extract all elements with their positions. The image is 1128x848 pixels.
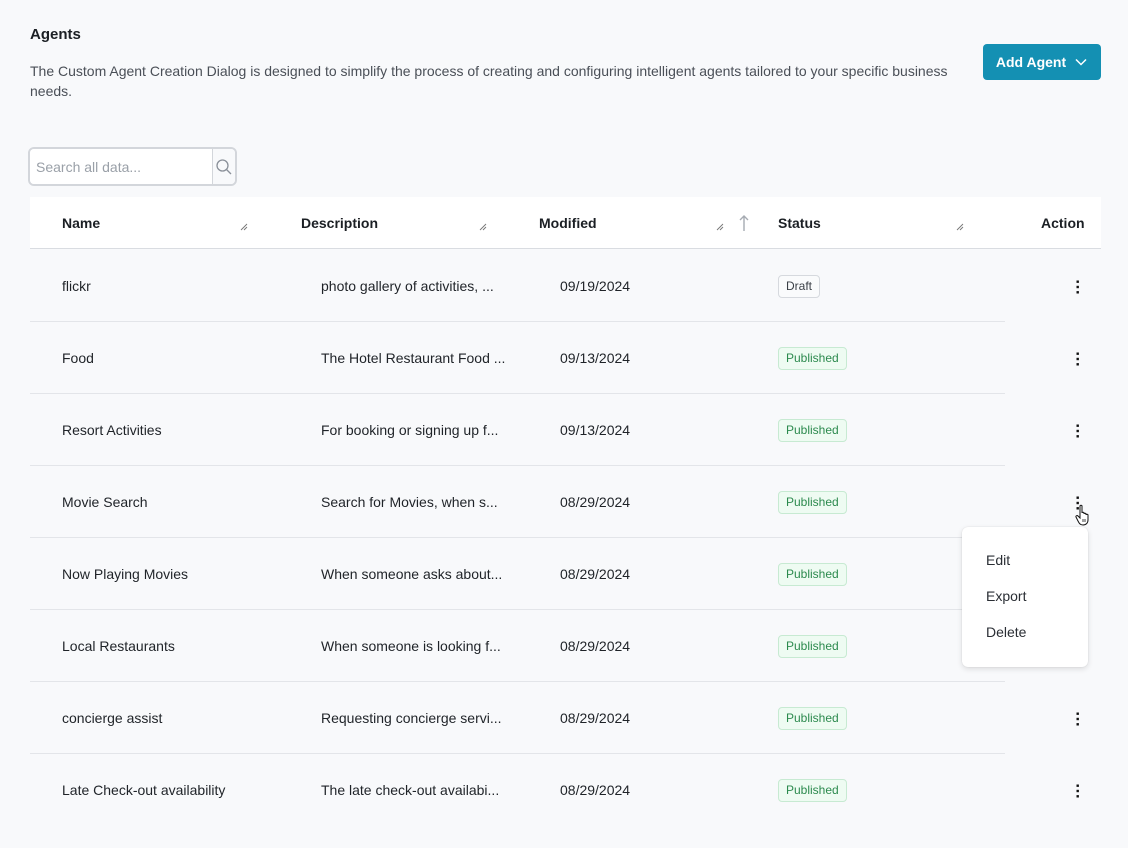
search-input[interactable] bbox=[30, 149, 212, 184]
cell-description: For booking or signing up f... bbox=[321, 422, 499, 438]
status-badge: Published bbox=[778, 778, 847, 802]
more-vertical-icon bbox=[1076, 424, 1079, 438]
status-badge: Draft bbox=[778, 274, 821, 298]
cell-description: photo gallery of activities, ... bbox=[321, 278, 494, 294]
column-header-action: Action bbox=[1041, 197, 1085, 249]
cell-status: Published bbox=[778, 394, 847, 466]
menu-item-export[interactable]: Export bbox=[986, 588, 1026, 604]
cell-name: Late Check-out availability bbox=[62, 782, 226, 798]
hand-pointer-cursor-icon bbox=[1075, 504, 1089, 526]
cell-modified: 09/19/2024 bbox=[560, 278, 631, 294]
table-row[interactable]: Resort Activities For booking or signing … bbox=[30, 394, 1005, 466]
cell-description: When someone is looking f... bbox=[321, 638, 501, 654]
cell-name: Local Restaurants bbox=[62, 638, 175, 654]
more-vertical-icon bbox=[1076, 712, 1079, 726]
cell-name: Movie Search bbox=[62, 494, 148, 510]
row-actions-button[interactable] bbox=[1068, 781, 1088, 801]
cell-description: The Hotel Restaurant Food ... bbox=[321, 350, 506, 366]
row-actions-button[interactable] bbox=[1068, 277, 1088, 297]
row-actions-button[interactable] bbox=[1068, 349, 1088, 369]
page-description: The Custom Agent Creation Dialog is desi… bbox=[30, 63, 948, 99]
cell-name: Resort Activities bbox=[62, 422, 162, 438]
status-badge: Published bbox=[778, 418, 847, 442]
cell-description: Requesting concierge servi... bbox=[321, 710, 502, 726]
more-vertical-icon bbox=[1076, 784, 1079, 798]
table-row[interactable]: Food The Hotel Restaurant Food ... 09/13/2… bbox=[30, 322, 1005, 394]
more-vertical-icon bbox=[1076, 280, 1079, 294]
cell-name: flickr bbox=[62, 278, 91, 294]
cell-description: The late check-out availabi... bbox=[321, 782, 500, 798]
cell-modified: 08/29/2024 bbox=[560, 710, 631, 726]
chevron-down-icon bbox=[1075, 58, 1087, 66]
table-row[interactable]: concierge assist Requesting concierge ser… bbox=[30, 682, 1005, 754]
menu-item-edit[interactable]: Edit bbox=[986, 552, 1010, 568]
column-label: Description bbox=[301, 215, 379, 231]
cell-modified: 08/29/2024 bbox=[560, 638, 631, 654]
add-agent-button[interactable]: Add Agent bbox=[983, 44, 1101, 80]
cell-modified: 08/29/2024 bbox=[560, 782, 631, 798]
status-badge: Published bbox=[778, 706, 847, 730]
column-resize-handle[interactable] bbox=[956, 223, 964, 231]
column-resize-handle[interactable] bbox=[716, 223, 724, 231]
column-label: Status bbox=[778, 215, 821, 231]
cell-status: Draft bbox=[778, 250, 821, 322]
page-title: Agents bbox=[30, 26, 81, 43]
search-icon bbox=[216, 158, 232, 174]
row-action-menu: Edit Export Delete bbox=[962, 527, 1088, 667]
row-actions-button[interactable] bbox=[1068, 421, 1088, 441]
table-row[interactable]: Local Restaurants When someone is looking… bbox=[30, 610, 1005, 682]
table-row[interactable]: Late Check-out availability The late chec… bbox=[30, 754, 1005, 826]
menu-item-delete[interactable]: Delete bbox=[986, 624, 1026, 640]
column-header-modified[interactable]: Modified bbox=[539, 197, 597, 249]
cell-name: Food bbox=[62, 350, 94, 366]
cell-name: concierge assist bbox=[62, 710, 163, 726]
column-header-status[interactable]: Status bbox=[778, 197, 821, 249]
cell-name: Now Playing Movies bbox=[62, 566, 189, 582]
cell-description: When someone asks about... bbox=[321, 566, 503, 582]
table-row[interactable]: Now Playing Movies When someone asks abou… bbox=[30, 538, 1005, 610]
status-badge: Published bbox=[778, 346, 847, 370]
column-label: Action bbox=[1041, 215, 1085, 231]
cell-status: Published bbox=[778, 754, 847, 826]
search-box bbox=[28, 147, 237, 186]
cell-status: Published bbox=[778, 322, 847, 394]
column-label: Name bbox=[62, 215, 101, 231]
cell-modified: 08/29/2024 bbox=[560, 494, 631, 510]
more-vertical-icon bbox=[1076, 352, 1079, 366]
column-header-name[interactable]: Name bbox=[62, 197, 100, 249]
table-header: Name Description Modified Status Action bbox=[30, 197, 1101, 249]
cell-modified: 09/13/2024 bbox=[560, 422, 631, 438]
cell-status: Published bbox=[778, 682, 847, 754]
column-resize-handle[interactable] bbox=[240, 223, 248, 231]
table-row[interactable]: flickr photo gallery of activities, ... 09… bbox=[30, 250, 1005, 322]
cell-modified: 09/13/2024 bbox=[560, 350, 631, 366]
table-row[interactable]: Movie Search Search for Movies, when s...… bbox=[30, 466, 1005, 538]
cell-description: Search for Movies, when s... bbox=[321, 494, 498, 510]
cell-status: Published bbox=[778, 538, 847, 610]
status-badge: Published bbox=[778, 490, 847, 514]
column-header-description[interactable]: Description bbox=[301, 197, 378, 249]
cell-modified: 08/29/2024 bbox=[560, 566, 631, 582]
status-badge: Published bbox=[778, 562, 847, 586]
status-badge: Published bbox=[778, 634, 847, 658]
cell-status: Published bbox=[778, 466, 847, 538]
sort-ascending-icon[interactable] bbox=[738, 213, 750, 233]
column-resize-handle[interactable] bbox=[479, 223, 487, 231]
search-button[interactable] bbox=[212, 149, 235, 184]
add-agent-label: Add Agent bbox=[995, 54, 1067, 70]
row-actions-button[interactable] bbox=[1068, 709, 1088, 729]
column-label: Modified bbox=[539, 215, 597, 231]
cell-status: Published bbox=[778, 610, 847, 682]
